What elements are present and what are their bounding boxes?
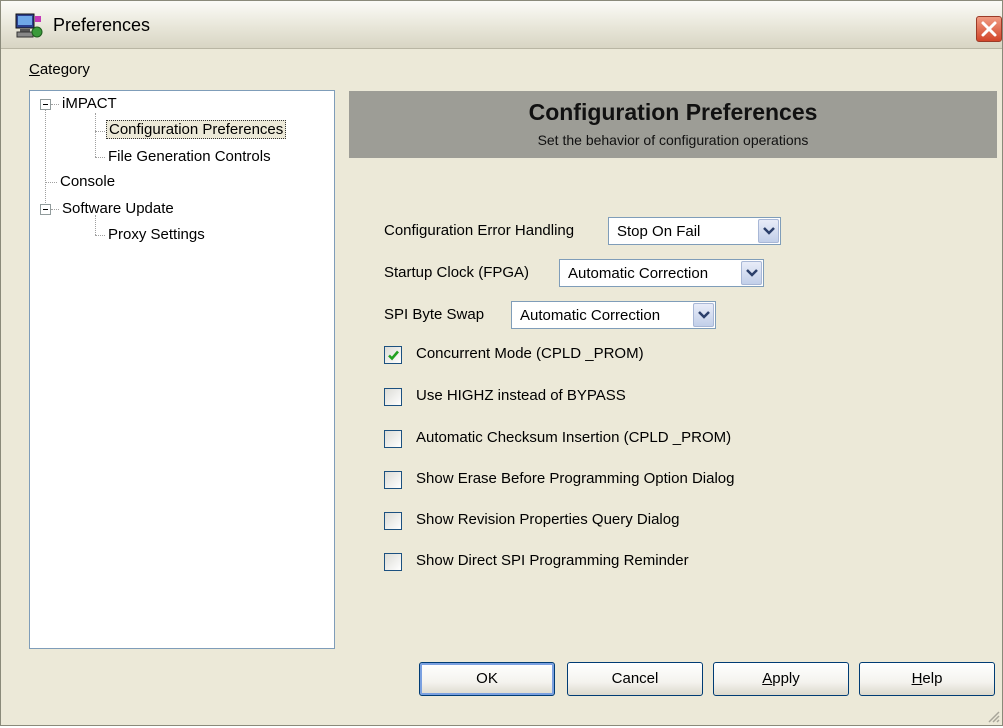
checkbox-label: Concurrent Mode (CPLD _PROM): [416, 345, 644, 362]
dropdown-button[interactable]: [758, 219, 779, 243]
help-label-rest: elp: [922, 670, 943, 687]
app-icon: [15, 13, 43, 39]
tree-line: [95, 235, 105, 236]
startup-clock-label: Startup Clock (FPGA): [384, 264, 530, 281]
panel-subtitle: Set the behavior of configuration operat…: [537, 132, 809, 148]
tree-line: [51, 209, 59, 210]
tree-line: [95, 113, 96, 157]
select-value: Stop On Fail: [617, 223, 701, 240]
checksum-insertion-checkbox[interactable]: [384, 430, 402, 448]
tree-item-label: Software Update: [62, 200, 174, 217]
show-revision-checkbox[interactable]: [384, 512, 402, 530]
category-tree[interactable]: iMPACT Configuration Preferences File Ge…: [29, 90, 335, 649]
tree-line: [95, 215, 96, 235]
checkbox-label: Automatic Checksum Insertion (CPLD _PROM…: [416, 429, 732, 446]
checkmark-icon: [388, 350, 399, 361]
category-label-rest: ategory: [39, 61, 90, 78]
chevron-down-icon: [746, 269, 758, 277]
dropdown-button[interactable]: [741, 261, 762, 285]
spi-byte-swap-label: SPI Byte Swap: [384, 306, 485, 323]
tree-line: [95, 157, 105, 158]
error-handling-select[interactable]: Stop On Fail: [608, 217, 781, 245]
tree-line: [45, 101, 46, 209]
panel-header: Configuration Preferences Set the behavi…: [349, 91, 997, 158]
tree-item-label: Console: [60, 173, 116, 190]
apply-label-rest: pply: [772, 670, 800, 687]
tree-line: [45, 182, 57, 183]
collapse-icon[interactable]: [40, 99, 51, 110]
tree-item-impact[interactable]: iMPACT: [62, 95, 117, 113]
help-button[interactable]: Help: [859, 662, 995, 696]
ok-button[interactable]: OK: [419, 662, 555, 696]
tree-item-software-update[interactable]: Software Update: [62, 200, 174, 218]
dropdown-button[interactable]: [693, 303, 714, 327]
tree-line: [95, 131, 105, 132]
apply-access-key: A: [762, 670, 773, 687]
tree-line: [51, 104, 59, 105]
resize-grip-icon[interactable]: [986, 709, 1000, 723]
cancel-button[interactable]: Cancel: [567, 662, 703, 696]
tree-item-configuration-preferences[interactable]: Configuration Preferences: [106, 120, 287, 139]
show-erase-checkbox[interactable]: [384, 471, 402, 489]
title-bar[interactable]: Preferences: [1, 1, 1002, 49]
close-button[interactable]: [976, 16, 1002, 42]
tree-item-label: Proxy Settings: [108, 226, 205, 243]
collapse-icon[interactable]: [40, 204, 51, 215]
chevron-down-icon: [698, 311, 710, 319]
tree-item-label: iMPACT: [62, 95, 117, 112]
tree-item-label: Configuration Preferences: [106, 120, 287, 139]
select-value: Automatic Correction: [520, 307, 661, 324]
help-access-key: H: [911, 670, 923, 687]
checkbox-label: Use HIGHZ instead of BYPASS: [416, 387, 626, 404]
startup-clock-select[interactable]: Automatic Correction: [559, 259, 764, 287]
tree-item-proxy-settings[interactable]: Proxy Settings: [108, 226, 205, 244]
tree-item-file-generation-controls[interactable]: File Generation Controls: [108, 148, 271, 166]
concurrent-mode-checkbox[interactable]: [384, 346, 402, 364]
window-title: Preferences: [53, 15, 151, 35]
error-handling-label: Configuration Error Handling: [384, 222, 575, 239]
checkbox-label: Show Direct SPI Programming Reminder: [416, 552, 689, 569]
checkbox-label: Show Revision Properties Query Dialog: [416, 511, 680, 528]
close-icon: [981, 21, 997, 37]
select-value: Automatic Correction: [568, 265, 709, 282]
tree-item-label: File Generation Controls: [108, 148, 271, 165]
chevron-down-icon: [763, 227, 775, 235]
show-spi-reminder-checkbox[interactable]: [384, 553, 402, 571]
use-highz-checkbox[interactable]: [384, 388, 402, 406]
category-access-key: C: [29, 61, 40, 78]
category-label: Category: [29, 61, 90, 78]
apply-button[interactable]: Apply: [713, 662, 849, 696]
panel-title: Configuration Preferences: [528, 99, 818, 125]
tree-item-console[interactable]: Console: [60, 173, 115, 191]
spi-byte-swap-select[interactable]: Automatic Correction: [511, 301, 716, 329]
checkbox-label: Show Erase Before Programming Option Dia…: [416, 470, 735, 487]
preferences-window: Preferences Category iMPACT Configuratio…: [0, 0, 1003, 726]
